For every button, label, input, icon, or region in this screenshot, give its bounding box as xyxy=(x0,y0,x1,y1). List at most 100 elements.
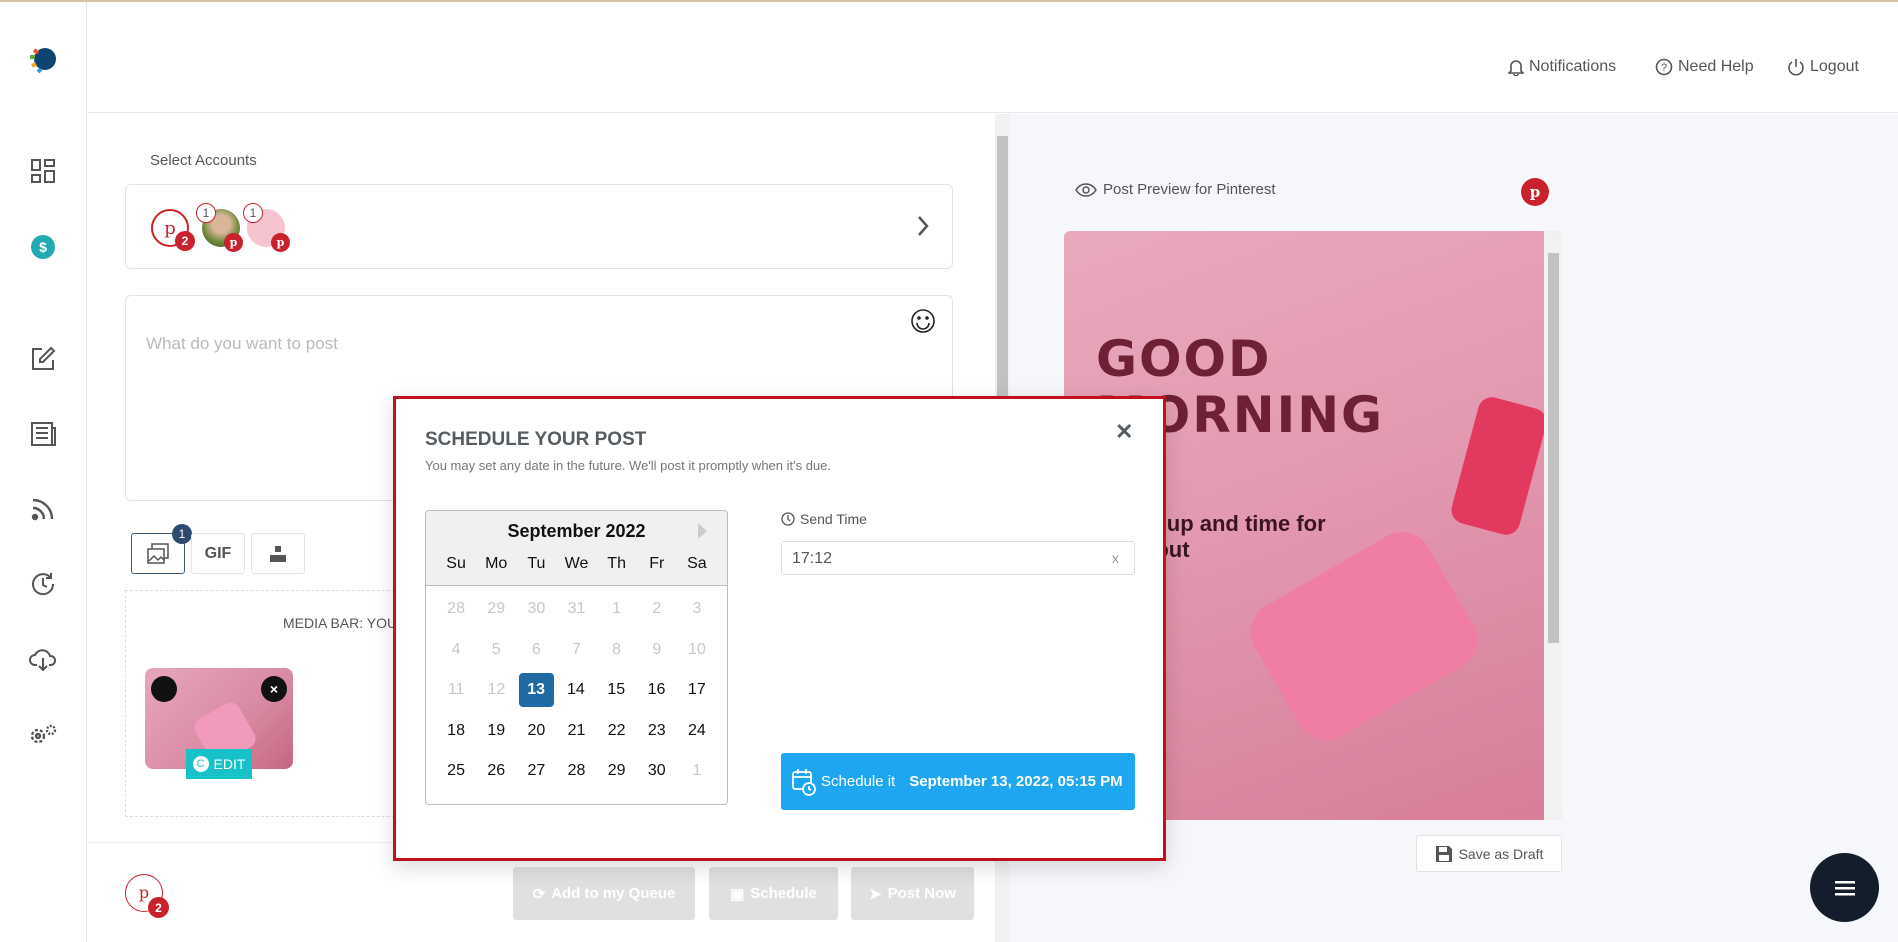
calendar-day-disabled: 4 xyxy=(451,640,461,658)
emoji-icon[interactable] xyxy=(910,308,936,334)
calendar-day[interactable]: 20 xyxy=(516,722,556,740)
account-selector[interactable]: p 2 1 p 1 p xyxy=(125,184,953,269)
alt-text-icon[interactable] xyxy=(151,676,177,702)
post-now-button[interactable]: ➤ Post Now xyxy=(851,867,974,920)
calendar-day[interactable]: 19 xyxy=(476,722,516,740)
send-time-label: Send Time xyxy=(800,511,867,527)
calendar-day-disabled: 2 xyxy=(652,600,662,618)
help-circle-icon: ? xyxy=(1655,58,1673,76)
calendar-day-selected[interactable]: 13 xyxy=(518,673,554,708)
edit-media-button[interactable]: C EDIT xyxy=(186,749,252,779)
logout-link[interactable]: Logout xyxy=(1787,58,1859,76)
calendar-day[interactable]: 21 xyxy=(556,722,596,740)
calendar-day[interactable]: 30 xyxy=(637,762,677,780)
calendar-day[interactable]: 28 xyxy=(556,762,596,780)
day-name: We xyxy=(564,555,589,572)
send-time-input[interactable]: 17:12 x xyxy=(781,541,1135,575)
settings-icon[interactable] xyxy=(26,717,60,751)
calendar-day-disabled: 29 xyxy=(487,600,506,618)
preview-title: Post Preview for Pinterest xyxy=(1103,181,1276,198)
calendar-day[interactable]: 26 xyxy=(476,762,516,780)
calendar-day[interactable]: 18 xyxy=(436,722,476,740)
bell-icon xyxy=(1508,60,1524,76)
schedule-datetime: September 13, 2022, 05:15 PM xyxy=(909,773,1123,790)
menu-fab[interactable] xyxy=(1810,853,1879,922)
calendar-day[interactable]: 16 xyxy=(636,681,676,699)
calendar-day[interactable]: 29 xyxy=(597,762,637,780)
calendar-week: 11 12 13 14 15 16 17 xyxy=(436,670,717,711)
queue-label: Add to my Queue xyxy=(551,885,676,902)
cloud-download-icon[interactable] xyxy=(26,642,60,676)
calendar-day[interactable]: 17 xyxy=(677,681,717,699)
calendar-day-disabled: 7 xyxy=(572,640,581,658)
day-names: Su Mo Tu We Th Fr Sa xyxy=(436,555,717,573)
billing-icon[interactable]: $ xyxy=(26,230,60,264)
close-icon[interactable]: ✕ xyxy=(1115,419,1133,445)
dashboard-icon[interactable] xyxy=(26,154,60,188)
account-count-badge: 2 xyxy=(175,231,195,251)
calendar-day-disabled: 6 xyxy=(531,640,541,658)
chevron-right-icon[interactable] xyxy=(916,215,930,237)
calendar-week: 28 29 30 31 1 2 3 xyxy=(436,589,717,630)
pinterest-icon: p xyxy=(224,233,243,252)
calendar-day[interactable]: 27 xyxy=(516,762,556,780)
calendar-day-disabled: 9 xyxy=(652,640,662,658)
calendar-day[interactable]: 14 xyxy=(556,681,596,699)
remove-media-icon[interactable]: × xyxy=(261,676,287,702)
day-name: Fr xyxy=(649,555,665,572)
unsplash-button[interactable] xyxy=(251,533,305,574)
media-count-badge: 1 xyxy=(172,524,192,544)
schedule-it-button[interactable]: Schedule it September 13, 2022, 05:15 PM xyxy=(781,753,1135,810)
calendar-week: 4 5 6 7 8 9 10 xyxy=(436,630,717,671)
schedule-it-label: Schedule it xyxy=(821,773,896,790)
unsplash-icon xyxy=(270,545,286,562)
day-name: Sa xyxy=(687,555,707,572)
post-now-label: Post Now xyxy=(887,885,956,902)
save-draft-button[interactable]: Save as Draft xyxy=(1416,835,1562,872)
top-header: Notifications ? Need Help Logout xyxy=(88,2,1898,113)
rss-icon[interactable] xyxy=(26,492,60,526)
image-upload-button[interactable]: 1 xyxy=(131,524,192,574)
day-name: Tu xyxy=(527,555,546,572)
save-draft-label: Save as Draft xyxy=(1458,845,1544,862)
calendar-day[interactable]: 25 xyxy=(436,762,476,780)
calendar-day[interactable]: 24 xyxy=(677,722,717,740)
add-to-queue-button[interactable]: ⟳ Add to my Queue xyxy=(513,867,695,920)
clear-time-button[interactable]: x xyxy=(1112,550,1119,566)
schedule-modal: SCHEDULE YOUR POST You may set any date … xyxy=(393,396,1166,861)
posts-icon[interactable] xyxy=(26,417,60,451)
next-month-icon[interactable] xyxy=(698,523,707,539)
calendar-day-disabled: 12 xyxy=(487,681,506,699)
calendar-day[interactable]: 23 xyxy=(637,722,677,740)
calendar-day-disabled: 5 xyxy=(491,640,501,658)
app-logo[interactable] xyxy=(26,42,60,76)
gif-button[interactable]: GIF xyxy=(191,533,245,574)
compose-icon[interactable] xyxy=(26,342,60,376)
calendar-day-disabled: 28 xyxy=(447,600,465,618)
image-icon xyxy=(147,542,169,564)
preview-scrollbar[interactable] xyxy=(1544,231,1562,820)
account-badge: 1 xyxy=(243,203,263,223)
edit-label: EDIT xyxy=(213,756,246,772)
clock-icon xyxy=(781,512,795,526)
calendar-day-disabled: 1 xyxy=(612,600,622,618)
notifications-link[interactable]: Notifications xyxy=(1508,58,1616,76)
svg-text:$: $ xyxy=(39,239,47,255)
send-icon: ➤ xyxy=(869,885,882,903)
schedule-button[interactable]: ▣ Schedule xyxy=(709,867,838,920)
day-name: Su xyxy=(446,555,466,572)
calendar-day[interactable]: 15 xyxy=(596,681,636,699)
media-bar-text: MEDIA BAR: YOU xyxy=(283,615,398,631)
recycle-icon[interactable] xyxy=(26,567,60,601)
post-placeholder: What do you want to post xyxy=(146,334,338,353)
account-badge: 1 xyxy=(196,203,216,223)
calendar-day[interactable]: 22 xyxy=(597,722,637,740)
need-help-link[interactable]: ? Need Help xyxy=(1655,58,1754,76)
modal-title: SCHEDULE YOUR POST xyxy=(425,429,647,450)
calendar-week: 18 19 20 21 22 23 24 xyxy=(436,711,717,752)
send-time-value: 17:12 xyxy=(792,550,833,567)
calendar-week: 25 26 27 28 29 30 1 xyxy=(436,751,717,792)
power-icon xyxy=(1788,59,1804,76)
calendar-day-disabled: 11 xyxy=(447,681,465,699)
canva-icon: C xyxy=(192,756,209,772)
